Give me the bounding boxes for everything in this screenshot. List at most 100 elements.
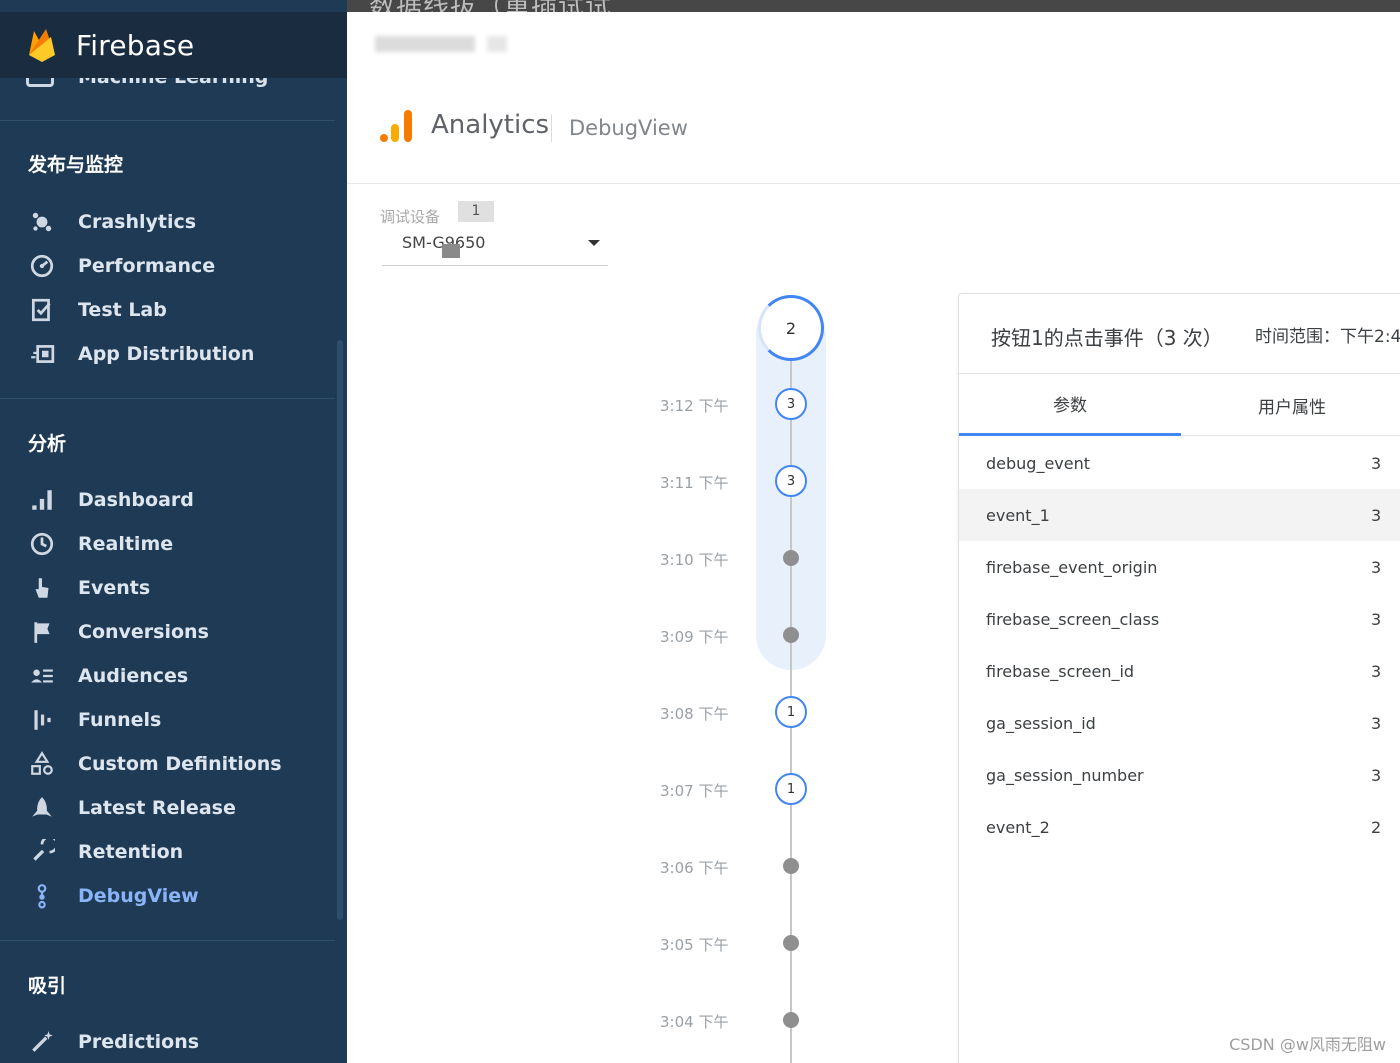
divider bbox=[0, 398, 335, 399]
time-range: 时间范围：下午2:4 bbox=[1255, 327, 1400, 347]
param-count: 3 bbox=[1371, 765, 1382, 785]
current-minute-counter[interactable]: 2 bbox=[758, 295, 824, 361]
sidebar-item-label: Latest Release bbox=[78, 797, 236, 819]
breadcrumb bbox=[487, 36, 507, 52]
param-name: firebase_screen_class bbox=[986, 609, 1160, 629]
top-strip: 数据线拔（重插试试 bbox=[347, 0, 1400, 22]
redaction-mark bbox=[442, 244, 460, 258]
param-name: firebase_screen_id bbox=[986, 661, 1135, 681]
page-title: DebugView bbox=[569, 116, 688, 140]
time-label: 3:09 下午 bbox=[660, 628, 729, 646]
sidebar-item-app-distribution[interactable]: App Distribution bbox=[28, 339, 254, 369]
time-label: 3:12 下午 bbox=[660, 397, 729, 415]
empty-minute-dot bbox=[783, 858, 799, 874]
panel-tabs: 参数 用户属性 bbox=[959, 374, 1400, 436]
param-row[interactable]: ga_session_id 3 bbox=[959, 697, 1400, 749]
debugview-icon bbox=[28, 882, 56, 910]
sidebar-item-funnels[interactable]: Funnels bbox=[28, 705, 161, 735]
firebase-brand[interactable]: Firebase bbox=[0, 12, 347, 78]
time-label: 3:05 下午 bbox=[660, 936, 729, 954]
audiences-icon bbox=[28, 662, 56, 690]
current-minute-count: 2 bbox=[785, 318, 797, 338]
param-name: event_1 bbox=[986, 505, 1050, 525]
empty-minute-dot bbox=[783, 1012, 799, 1028]
sidebar-item-performance[interactable]: Performance bbox=[28, 251, 215, 281]
sidebar-item-latest-release[interactable]: Latest Release bbox=[28, 793, 236, 823]
dashboard-icon bbox=[28, 486, 56, 514]
param-count: 3 bbox=[1371, 453, 1382, 473]
param-row[interactable]: debug_event 3 bbox=[959, 437, 1400, 489]
divider bbox=[0, 120, 335, 121]
panel-header: 按钮1的点击事件（3 次） 时间范围：下午2:4 bbox=[959, 294, 1400, 374]
param-name: ga_session_id bbox=[986, 713, 1096, 733]
sidebar-item-conversions[interactable]: Conversions bbox=[28, 617, 209, 647]
event-count-marker[interactable]: 3 bbox=[775, 465, 807, 497]
section-title-release: 发布与监控 bbox=[28, 154, 124, 176]
sidebar-item-events[interactable]: Events bbox=[28, 573, 150, 603]
analytics-logo-icon bbox=[380, 110, 412, 142]
param-row[interactable]: event_1 3 bbox=[959, 489, 1400, 541]
param-row[interactable]: event_2 2 bbox=[959, 801, 1400, 853]
sidebar-item-retention[interactable]: Retention bbox=[28, 837, 183, 867]
crashlytics-icon bbox=[28, 208, 56, 236]
app-name: Firebase bbox=[76, 28, 195, 62]
product-title: Analytics bbox=[431, 110, 550, 140]
test-lab-icon bbox=[28, 296, 56, 324]
time-label: 3:07 下午 bbox=[660, 782, 729, 800]
section-title-analytics: 分析 bbox=[28, 433, 67, 455]
param-row[interactable]: firebase_screen_class 3 bbox=[959, 593, 1400, 645]
sidebar-item-debugview[interactable]: DebugView bbox=[28, 881, 199, 911]
event-detail-panel: 按钮1的点击事件（3 次） 时间范围：下午2:4 参数 用户属性 debug_e… bbox=[958, 293, 1400, 1063]
sidebar-item-test-lab[interactable]: Test Lab bbox=[28, 295, 167, 325]
param-count: 3 bbox=[1371, 661, 1382, 681]
param-count: 2 bbox=[1371, 817, 1382, 837]
predictions-icon bbox=[28, 1028, 56, 1056]
custom-definitions-icon bbox=[28, 750, 56, 778]
param-name: ga_session_number bbox=[986, 765, 1144, 785]
param-count: 3 bbox=[1371, 713, 1382, 733]
sidebar-item-custom-definitions[interactable]: Custom Definitions bbox=[28, 749, 282, 779]
dropdown-caret-icon[interactable] bbox=[588, 240, 600, 246]
param-row[interactable]: ga_session_number 3 bbox=[959, 749, 1400, 801]
sidebar-item-label: Test Lab bbox=[78, 299, 167, 321]
empty-minute-dot bbox=[783, 627, 799, 643]
time-label: 3:04 下午 bbox=[660, 1013, 729, 1031]
event-count-marker[interactable]: 1 bbox=[775, 773, 807, 805]
events-icon bbox=[28, 574, 56, 602]
sidebar-item-label: Funnels bbox=[78, 709, 162, 731]
param-row[interactable]: firebase_event_origin 3 bbox=[959, 541, 1400, 593]
sidebar-item-crashlytics[interactable]: Crashlytics bbox=[28, 207, 196, 237]
sidebar-item-predictions[interactable]: Predictions bbox=[28, 1027, 199, 1057]
sidebar-item-label: Crashlytics bbox=[78, 211, 197, 233]
time-label: 3:10 下午 bbox=[660, 551, 729, 569]
sidebar-item-realtime[interactable]: Realtime bbox=[28, 529, 173, 559]
device-count-badge: 1 bbox=[458, 201, 494, 222]
watermark: CSDN @w风雨无阻w bbox=[1229, 1035, 1386, 1054]
sidebar-item-label: DebugView bbox=[78, 885, 199, 907]
firebase-logo-icon bbox=[29, 29, 55, 62]
param-count: 3 bbox=[1371, 557, 1382, 577]
time-label: 3:06 下午 bbox=[660, 859, 729, 877]
conversions-icon bbox=[28, 618, 56, 646]
tab-user-properties[interactable]: 用户属性 bbox=[1181, 374, 1400, 436]
tab-params[interactable]: 参数 bbox=[959, 374, 1181, 436]
sidebar-item-label: Predictions bbox=[78, 1031, 200, 1053]
device-select[interactable]: SM-G9650 bbox=[382, 228, 608, 266]
param-name: firebase_event_origin bbox=[986, 557, 1158, 577]
param-row[interactable]: firebase_screen_id 3 bbox=[959, 645, 1400, 697]
event-count-marker[interactable]: 3 bbox=[775, 388, 807, 420]
divider bbox=[0, 940, 335, 941]
time-label: 3:11 下午 bbox=[660, 474, 729, 492]
event-title: 按钮1的点击事件（3 次） bbox=[991, 326, 1223, 350]
sidebar-item-label: Retention bbox=[78, 841, 184, 863]
sidebar-item-dashboard[interactable]: Dashboard bbox=[28, 485, 194, 515]
divider bbox=[551, 114, 552, 142]
empty-minute-dot bbox=[783, 935, 799, 951]
sidebar-item-audiences[interactable]: Audiences bbox=[28, 661, 188, 691]
param-name: event_2 bbox=[986, 817, 1050, 837]
sidebar-item-label: Audiences bbox=[78, 665, 189, 687]
sidebar-item-label: Realtime bbox=[78, 533, 174, 555]
event-count-marker[interactable]: 1 bbox=[775, 696, 807, 728]
section-title-engage: 吸引 bbox=[28, 975, 67, 997]
device-label: 调试设备 bbox=[380, 208, 441, 226]
